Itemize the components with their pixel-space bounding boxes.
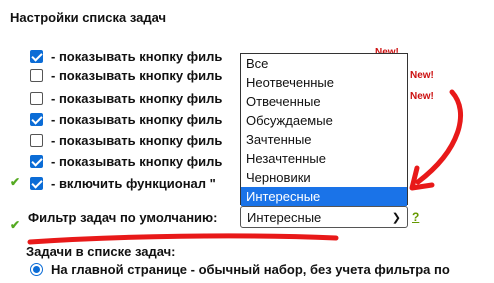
setting-row-6[interactable]: - показывать кнопку филь: [30, 153, 222, 170]
setting-row-3[interactable]: - показывать кнопку филь: [30, 90, 222, 107]
setting-checkbox-7[interactable]: [30, 177, 43, 190]
setting-label-1: - показывать кнопку филь: [51, 49, 223, 64]
setting-checkbox-6[interactable]: [30, 155, 43, 168]
dropdown-option[interactable]: Все: [241, 54, 407, 73]
default-filter-label: Фильтр задач по умолчанию:: [28, 210, 218, 225]
filter-dropdown-list[interactable]: Все Неотвеченные Отвеченные Обсуждаемые …: [240, 53, 408, 206]
dropdown-option[interactable]: Зачтенные: [241, 130, 407, 149]
check-mark-icon: ✔: [10, 175, 21, 189]
default-filter-select[interactable]: Интересные ❯: [240, 206, 408, 228]
setting-label-6: - показывать кнопку филь: [51, 154, 223, 169]
setting-checkbox-2[interactable]: [30, 69, 43, 82]
setting-label-3: - показывать кнопку филь: [51, 91, 223, 106]
annotation-arrowhead-icon: [409, 165, 435, 191]
settings-title: Настройки списка задач: [10, 10, 167, 25]
setting-row-7[interactable]: - включить функционал ": [30, 175, 216, 192]
radio-label: На главной странице - обычный набор, без…: [51, 262, 450, 277]
setting-label-2: - показывать кнопку филь: [51, 68, 223, 83]
new-badge-3: New!: [410, 91, 434, 102]
setting-checkbox-3[interactable]: [30, 92, 43, 105]
setting-checkbox-1[interactable]: [30, 50, 43, 63]
default-filter-value: Интересные: [247, 209, 322, 225]
dropdown-option[interactable]: Черновики: [241, 168, 407, 187]
setting-row-5[interactable]: - показывать кнопку филь: [30, 132, 222, 149]
dropdown-option[interactable]: Неотвеченные: [241, 73, 407, 92]
setting-row-1[interactable]: - показывать кнопку филь: [30, 48, 222, 65]
help-link[interactable]: ?: [412, 210, 419, 224]
chevron-down-icon: ❯: [391, 211, 401, 224]
setting-label-5: - показывать кнопку филь: [51, 133, 223, 148]
radio-row-main-page[interactable]: На главной странице - обычный набор, без…: [30, 262, 450, 277]
annotation-underline-icon: [27, 233, 339, 245]
setting-checkbox-5[interactable]: [30, 134, 43, 147]
tasks-section-label: Задачи в списке задач:: [26, 244, 176, 259]
setting-checkbox-4[interactable]: [30, 113, 43, 126]
setting-row-4[interactable]: - показывать кнопку филь: [30, 111, 222, 128]
dropdown-option-highlighted[interactable]: Интересные: [241, 187, 407, 206]
annotation-arrow-icon: [415, 89, 463, 185]
radio-button[interactable]: [30, 263, 43, 276]
check-mark-icon: ✔: [10, 218, 21, 232]
new-badge-2: New!: [410, 70, 434, 81]
setting-label-4: - показывать кнопку филь: [51, 112, 223, 127]
dropdown-option[interactable]: Незачтенные: [241, 149, 407, 168]
setting-label-7: - включить функционал ": [51, 176, 216, 191]
dropdown-option[interactable]: Отвеченные: [241, 92, 407, 111]
dropdown-option[interactable]: Обсуждаемые: [241, 111, 407, 130]
setting-row-2[interactable]: - показывать кнопку филь: [30, 67, 222, 84]
